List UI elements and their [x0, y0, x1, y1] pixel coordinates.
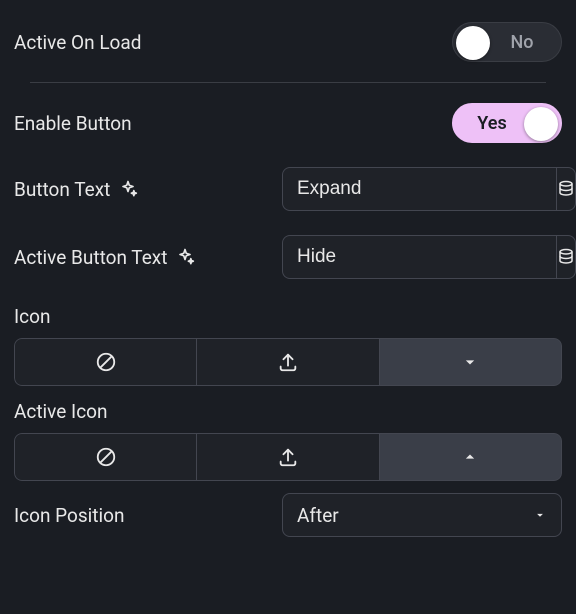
upload-icon [277, 351, 299, 373]
active-icon-segmented-control [14, 433, 562, 481]
icon-segmented-control [14, 338, 562, 386]
button-text-label: Button Text [14, 178, 110, 201]
dynamic-content-button[interactable] [556, 235, 576, 279]
icon-position-select[interactable]: After [282, 493, 562, 537]
active-icon-option-chevron-up[interactable] [380, 433, 562, 481]
icon-option-none[interactable] [14, 338, 197, 386]
select-value: After [297, 504, 339, 527]
active-icon-option-upload[interactable] [197, 433, 379, 481]
dynamic-content-button[interactable] [556, 167, 576, 211]
none-icon [95, 446, 117, 468]
icon-option-upload[interactable] [197, 338, 379, 386]
toggle-knob [456, 26, 490, 60]
icon-section-label: Icon [14, 291, 562, 338]
upload-icon [277, 446, 299, 468]
sparkle-icon [118, 179, 138, 199]
toggle-state-text: Yes [477, 113, 506, 134]
chevron-down-icon [460, 352, 480, 372]
chevron-up-icon [460, 447, 480, 467]
sparkle-icon [175, 247, 195, 267]
enable-button-toggle[interactable]: Yes [452, 103, 562, 143]
none-icon [95, 351, 117, 373]
database-icon [557, 180, 575, 198]
active-icon-section-label: Active Icon [14, 386, 562, 433]
toggle-knob [524, 107, 558, 141]
icon-position-label: Icon Position [14, 504, 124, 527]
caret-down-icon [533, 508, 547, 522]
toggle-state-text: No [511, 32, 534, 53]
active-on-load-toggle[interactable]: No [452, 22, 562, 62]
divider [30, 82, 546, 83]
active-button-text-label: Active Button Text [14, 246, 167, 269]
active-icon-option-none[interactable] [14, 433, 197, 481]
active-on-load-label: Active On Load [14, 31, 141, 54]
active-button-text-input[interactable] [282, 235, 556, 279]
enable-button-label: Enable Button [14, 112, 132, 135]
icon-option-chevron-down[interactable] [380, 338, 562, 386]
database-icon [557, 248, 575, 266]
button-text-input[interactable] [282, 167, 556, 211]
